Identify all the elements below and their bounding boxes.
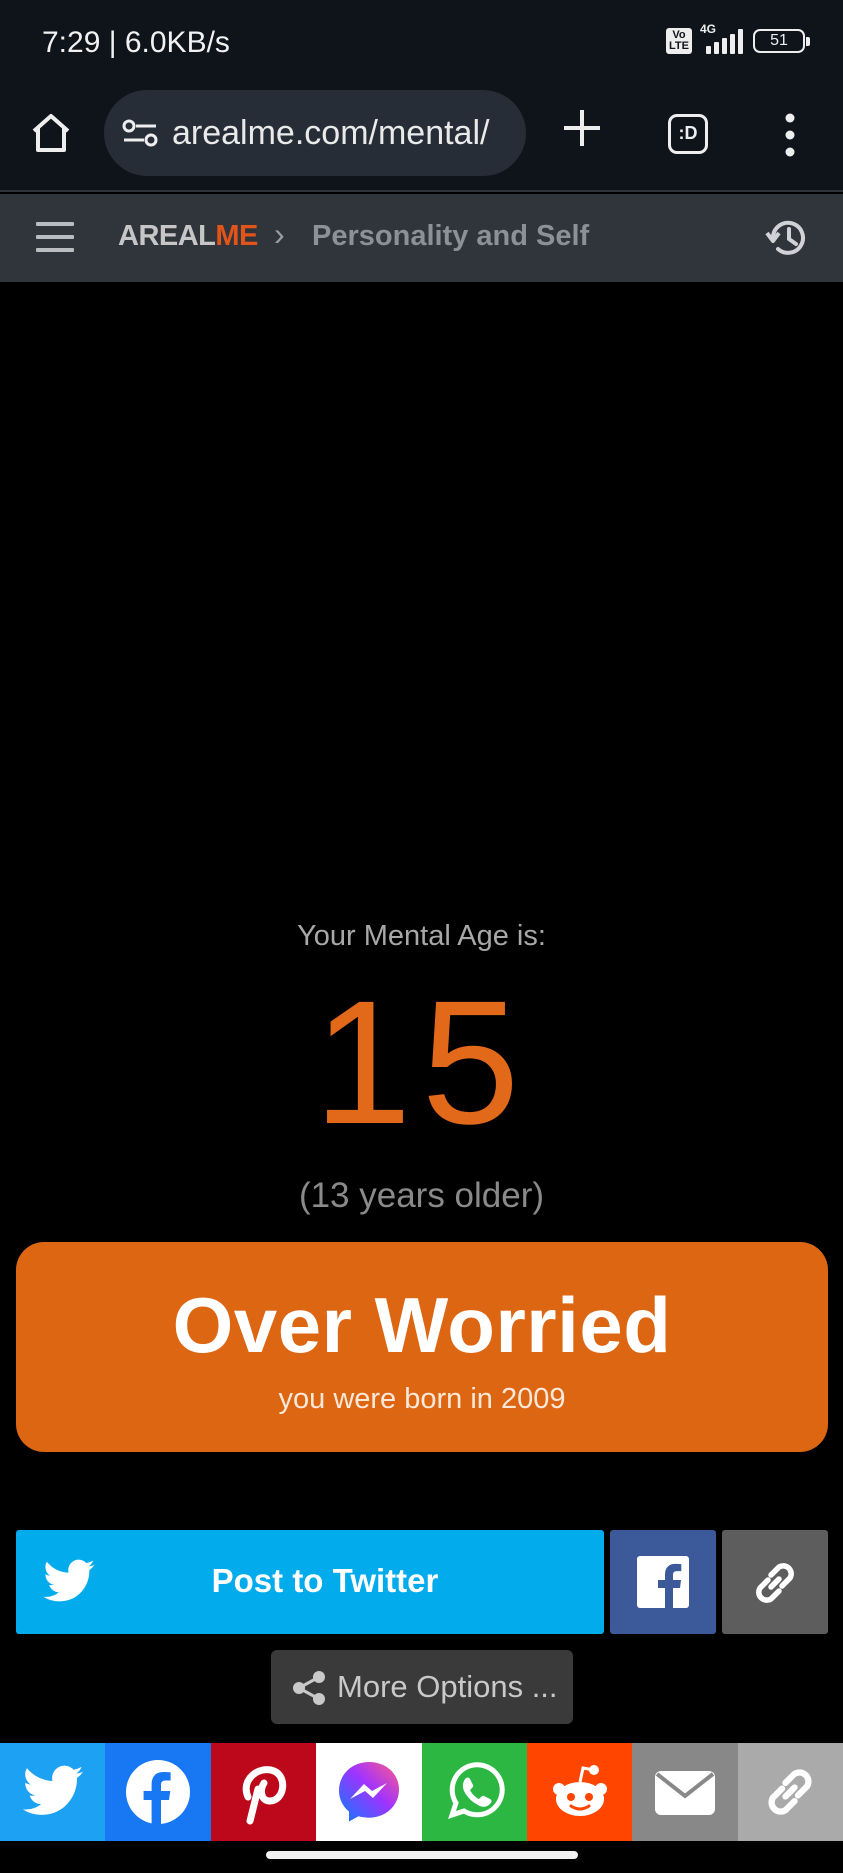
post-to-twitter-label: Post to Twitter (211, 1562, 439, 1599)
tab-switcher-icon[interactable]: :D (668, 114, 708, 154)
copy-link-button[interactable] (722, 1530, 828, 1634)
more-menu-icon[interactable] (780, 112, 800, 158)
facebook-share-button[interactable] (610, 1530, 716, 1634)
share-bar-copy-link[interactable] (737, 1743, 843, 1841)
breadcrumb-separator: › (274, 216, 285, 252)
site-header: AREALME › Personality and Self (0, 194, 843, 282)
share-bar-twitter[interactable] (0, 1743, 106, 1841)
email-icon (654, 1771, 715, 1815)
twitter-icon (22, 1765, 83, 1815)
age-difference: (13 years older) (298, 1176, 545, 1215)
status-bar: 7:29 | 6.0KB/s Vo LTE 4G 51 (0, 0, 843, 88)
link-icon (756, 1563, 794, 1603)
more-options-button[interactable]: More Options ... (271, 1650, 573, 1724)
network-type: 4G (700, 22, 717, 36)
status-icons: Vo LTE 4G 51 (666, 22, 810, 54)
share-bar-whatsapp[interactable] (421, 1743, 527, 1841)
gesture-handle[interactable] (266, 1851, 578, 1859)
result-label: Your Mental Age is: (297, 920, 546, 952)
system-nav-bar (0, 1841, 843, 1873)
messenger-icon (338, 1762, 399, 1822)
breadcrumb-link[interactable]: Personality and Self (312, 220, 589, 253)
new-tab-icon[interactable] (560, 106, 604, 150)
status-time: 7:29 | 6.0KB/s (42, 26, 230, 59)
share-bar (0, 1743, 843, 1841)
browser-toolbar: arealme.com/mental/ :D (0, 88, 843, 192)
share-bar-messenger[interactable] (316, 1743, 422, 1841)
share-bar-email[interactable] (632, 1743, 738, 1841)
link-icon (768, 1769, 812, 1815)
share-bar-reddit[interactable] (526, 1743, 633, 1841)
battery-icon: 51 (753, 29, 810, 53)
facebook-icon (637, 1556, 689, 1608)
volte-icon: Vo LTE (666, 28, 692, 54)
history-icon[interactable] (764, 214, 812, 262)
pinterest-icon (243, 1766, 287, 1825)
share-bar-pinterest[interactable] (210, 1743, 317, 1841)
facebook-icon (126, 1760, 191, 1825)
mental-age-value: 15 (313, 965, 530, 1161)
site-settings-icon[interactable] (122, 118, 158, 148)
share-icon (293, 1671, 325, 1705)
address-bar[interactable]: arealme.com/mental/ (104, 90, 526, 176)
more-options-label: More Options ... (337, 1669, 558, 1704)
reddit-icon (552, 1765, 607, 1816)
verdict-subtitle: you were born in 2009 (278, 1383, 566, 1415)
verdict-card: Over Worried you were born in 2009 (16, 1242, 828, 1452)
home-icon[interactable] (28, 110, 74, 156)
url-text: arealme.com/mental/ (172, 114, 490, 152)
signal-icon: 4G (700, 22, 743, 54)
battery-level: 51 (770, 32, 788, 49)
verdict-title: Over Worried (172, 1281, 672, 1369)
whatsapp-icon (448, 1762, 505, 1819)
site-logo[interactable]: AREALME (118, 220, 258, 253)
menu-icon[interactable] (36, 222, 74, 252)
post-to-twitter-button[interactable]: Post to Twitter (16, 1530, 604, 1634)
share-bar-facebook[interactable] (105, 1743, 211, 1841)
